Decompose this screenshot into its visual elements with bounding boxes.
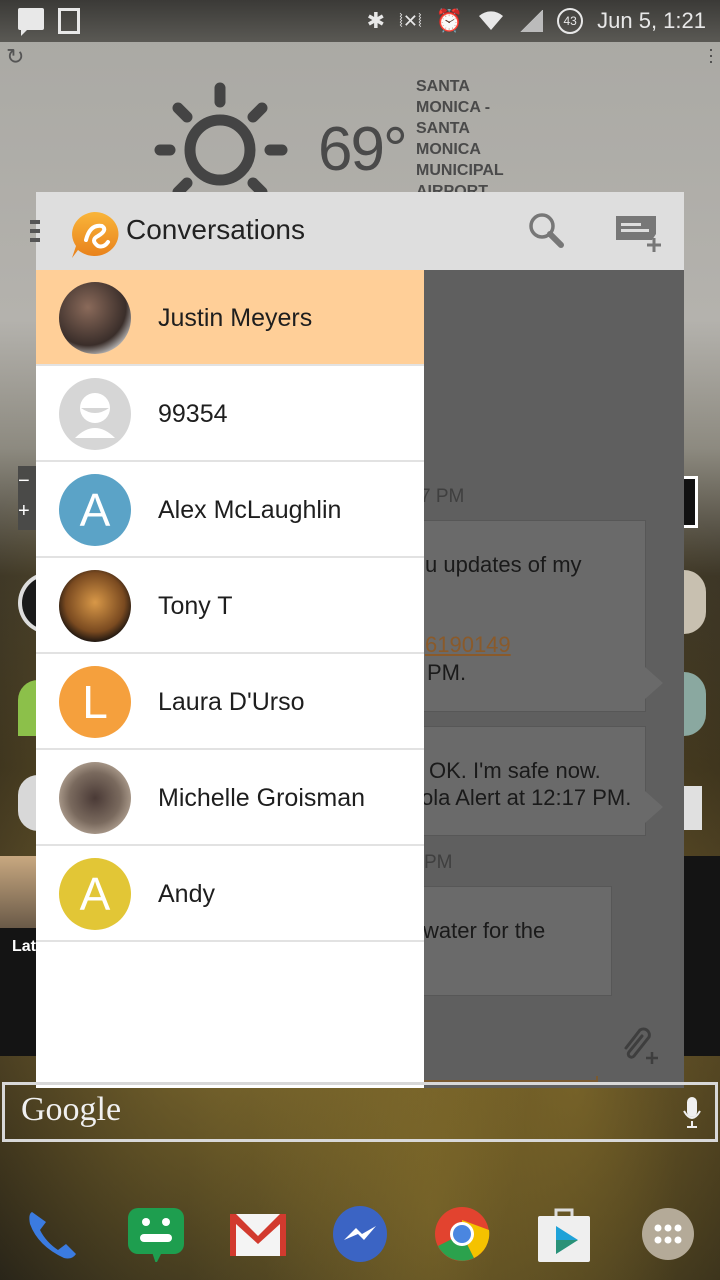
message-bubble[interactable]: u updates of my 6190149 PM. — [424, 520, 663, 712]
battery-icon: 43 — [557, 8, 584, 34]
app-drawer-icon[interactable] — [640, 1206, 696, 1262]
location-line: MUNICIPAL — [416, 162, 504, 179]
conversation-item-michelle-groisman[interactable]: Michelle Groisman — [36, 750, 424, 846]
drawer-handle-icon[interactable] — [30, 220, 40, 247]
messenger-app-icon[interactable] — [332, 1206, 388, 1262]
message-bubble[interactable]: OK. I'm safe now. ola Alert at 12:17 PM. — [424, 726, 663, 836]
attach-icon[interactable] — [618, 1022, 662, 1066]
microphone-icon[interactable] — [683, 1097, 701, 1129]
bubble-tail — [645, 791, 663, 823]
chat-preview: 7 PM u updates of my 6190149 PM. OK. I'm… — [424, 270, 684, 1088]
contact-name: Laura D'Urso — [158, 688, 305, 716]
home-icon-peek-right — [684, 672, 706, 736]
conversation-item-andy[interactable]: A Andy — [36, 846, 424, 942]
avatar-letter: L — [59, 666, 131, 738]
new-message-icon[interactable] — [614, 214, 664, 254]
weather-widget-toolbar: ↻ · · · — [0, 40, 720, 72]
app-logo-icon — [72, 211, 119, 258]
temperature: 69° — [318, 115, 408, 184]
conversation-item-alex-mclaughlin[interactable]: A Alex McLaughlin — [36, 462, 424, 558]
conversation-item-justin-meyers[interactable]: Justin Meyers — [36, 270, 424, 366]
gmail-app-icon[interactable] — [230, 1206, 286, 1262]
message-timestamp: 7 PM — [424, 486, 465, 507]
zoom-controls-peek: − + — [18, 466, 36, 530]
contact-name: Justin Meyers — [158, 304, 313, 332]
android-icon-peek — [18, 680, 38, 736]
message-notification-icon[interactable] — [18, 8, 44, 36]
cell-signal-icon — [519, 10, 544, 32]
avatar-letter: A — [59, 474, 131, 546]
app-title: Conversations — [126, 214, 305, 245]
home-icon-peek-right — [684, 476, 698, 528]
message-text: water for the — [424, 918, 546, 943]
avatar-letter: A — [59, 858, 131, 930]
avatar-photo — [59, 570, 131, 642]
contact-name: Alex McLaughlin — [158, 496, 342, 524]
contact-name: Michelle Groisman — [158, 784, 366, 812]
home-dock — [0, 1200, 720, 1272]
bluetooth-icon: ✱ — [366, 8, 386, 33]
google-search-bar[interactable]: Google — [2, 1082, 718, 1142]
clock: Jun 5, 1:21 — [597, 8, 706, 33]
message-text: OK. I'm safe now. — [429, 758, 601, 783]
home-icon-peek-right — [684, 786, 702, 830]
refresh-icon[interactable]: ↻ — [6, 44, 24, 70]
phone-number-link[interactable]: 6190149 — [425, 631, 511, 658]
overflow-menu-icon[interactable]: · · · — [708, 40, 714, 70]
contact-name: Tony T — [158, 592, 233, 620]
latest-label: Lat — [12, 938, 36, 955]
phone-app-icon[interactable] — [24, 1206, 80, 1262]
alarm-icon: ⏰ — [435, 8, 464, 33]
hangouts-app-icon[interactable] — [128, 1206, 184, 1262]
conversation-list: Justin Meyers 99354 A Alex McLaughlin To… — [36, 270, 424, 1088]
home-icon-peek-right — [684, 570, 706, 634]
play-store-app-icon[interactable] — [536, 1206, 592, 1262]
home-widget-dark-right — [684, 856, 720, 1056]
message-text: PM. — [427, 660, 467, 685]
conversation-item-laura-durso[interactable]: L Laura D'Urso — [36, 654, 424, 750]
message-text: ola Alert at 12:17 PM. — [424, 785, 632, 810]
vibrate-icon: ⦚✕⦚ — [399, 10, 422, 31]
weather-location: SANTA MONICA - SANTA MONICA MUNICIPAL AI… — [416, 76, 526, 193]
conversations-popup: Conversations Justin Meyers 99354 A Alex… — [30, 192, 684, 1088]
wifi-icon — [477, 10, 505, 32]
message-text: u updates of my — [425, 552, 582, 577]
message-timestamp: PM — [424, 852, 453, 873]
album-art-peek — [0, 856, 36, 928]
contact-name: Andy — [158, 880, 215, 908]
settings-icon-peek — [18, 775, 38, 831]
avatar-placeholder — [59, 378, 131, 450]
search-icon[interactable] — [526, 210, 566, 250]
chrome-app-icon[interactable] — [434, 1206, 490, 1262]
conversation-item-tony-t[interactable]: Tony T — [36, 558, 424, 654]
location-line: MONICA - — [416, 99, 491, 116]
conversation-item-99354[interactable]: 99354 — [36, 366, 424, 462]
weather-widget[interactable]: 69° SANTA MONICA - SANTA MONICA MUNICIPA… — [140, 72, 560, 198]
image-notification-icon[interactable] — [58, 8, 80, 34]
message-bubble[interactable]: water for the — [424, 886, 612, 996]
location-line: MONICA — [416, 141, 481, 158]
avatar-photo — [59, 282, 131, 354]
app-bar: Conversations — [30, 192, 684, 270]
contact-name: 99354 — [158, 400, 228, 428]
avatar-photo — [59, 762, 131, 834]
google-logo: Google — [21, 1091, 122, 1128]
bubble-tail — [645, 667, 663, 699]
location-line: SANTA — [416, 120, 470, 137]
location-line: SANTA — [416, 78, 470, 95]
status-bar: ✱ ⦚✕⦚ ⏰ 43 Jun 5, 1:21 — [0, 0, 720, 42]
